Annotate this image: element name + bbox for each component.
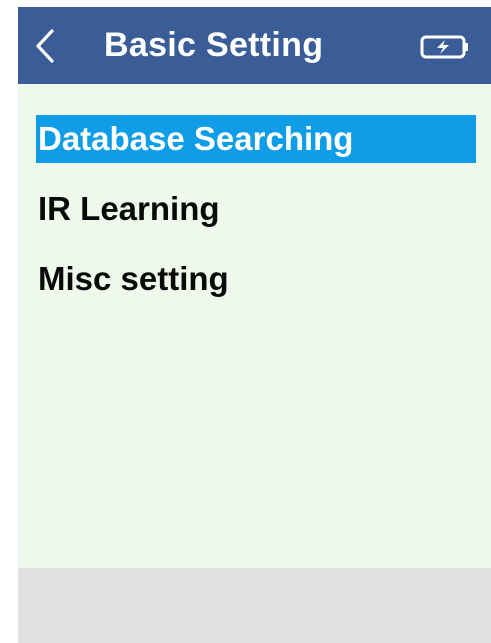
back-button[interactable]	[28, 23, 64, 69]
device-screen: Basic Setting Database Searching IR Lear…	[18, 7, 491, 643]
footer-bar	[18, 568, 491, 643]
battery-charging-icon	[419, 34, 471, 60]
menu-item-label: Database Searching	[38, 120, 354, 157]
menu-item-ir-learning[interactable]: IR Learning	[36, 185, 476, 233]
chevron-left-icon	[28, 23, 64, 69]
menu-item-label: IR Learning	[38, 190, 220, 227]
menu-item-database-searching[interactable]: Database Searching	[36, 115, 476, 163]
page-title: Basic Setting	[104, 26, 324, 64]
header-bar: Basic Setting	[18, 7, 491, 84]
menu-item-misc-setting[interactable]: Misc setting	[36, 255, 476, 303]
menu-item-label: Misc setting	[38, 260, 229, 297]
